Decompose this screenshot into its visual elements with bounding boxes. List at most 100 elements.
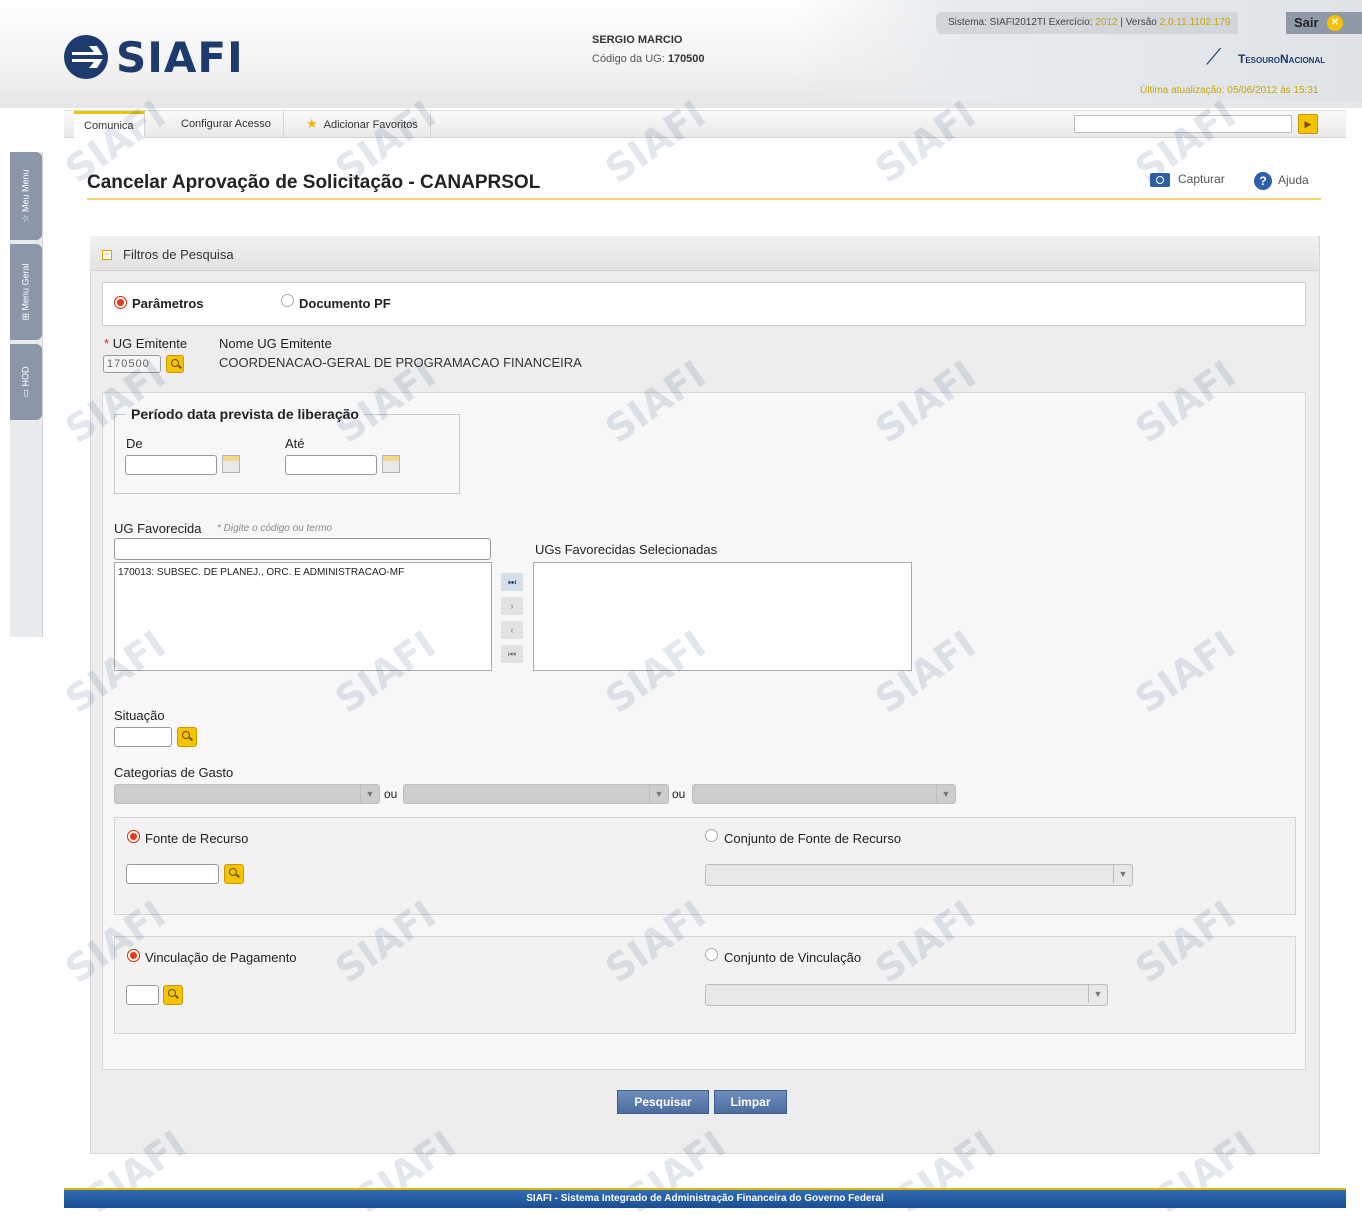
exit-label: Sair xyxy=(1294,15,1319,30)
nav-tab-comunica[interactable]: Comunica xyxy=(74,111,145,138)
system-version-label: | Versão xyxy=(1120,17,1157,28)
sidebar-tab-meu-menu[interactable]: ☆ Meu Menu xyxy=(10,152,42,240)
move-left-button[interactable]: ‹ xyxy=(501,621,523,639)
conjunto-vinculacao-select[interactable]: ▼ xyxy=(705,984,1108,1006)
user-name: SERGIO MARCIO xyxy=(592,34,683,46)
arrow-right-icon: › xyxy=(510,601,514,611)
chevron-down-icon: ▼ xyxy=(649,785,668,803)
ug-code-value: 170500 xyxy=(667,53,705,65)
radio-documento-pf[interactable] xyxy=(281,294,294,307)
conjunto-vinculacao-label: Conjunto de Vinculação xyxy=(724,950,862,965)
fonte-recurso-search-button[interactable] xyxy=(224,864,244,884)
sidebar-tab-meu-menu-label: Meu Menu xyxy=(20,169,31,212)
ug-favorecida-hint: * Digite o código ou termo xyxy=(217,523,333,534)
nav-tab-adicionar-favoritos[interactable]: ★ Adicionar Favoritos xyxy=(294,111,431,137)
move-right-button[interactable]: › xyxy=(501,597,523,615)
sidebar-tab-menu-geral[interactable]: ⊞ Menu Geral xyxy=(10,244,42,340)
situacao-label: Situação xyxy=(114,708,165,723)
ug-code-label: Código da UG: xyxy=(592,53,665,65)
close-icon: ✕ xyxy=(1327,15,1343,31)
ug-favorecida-input[interactable] xyxy=(114,538,491,560)
situacao-search-button[interactable] xyxy=(177,727,197,747)
nome-ug-emitente-label: Nome UG Emitente xyxy=(219,336,332,351)
radio-conjunto-vinculacao[interactable] xyxy=(705,948,718,961)
system-year: 2012 xyxy=(1095,17,1118,28)
tesouro-nacional-logo: TesouroNacional xyxy=(1238,52,1326,66)
collapse-icon[interactable]: − xyxy=(102,250,112,260)
ou-label: ou xyxy=(384,787,398,801)
ug-favorecida-listbox[interactable]: 170013: SUBSEC. DE PLANEJ., ORC. E ADMIN… xyxy=(114,562,492,671)
ugs-selecionadas-label: UGs Favorecidas Selecionadas xyxy=(535,542,718,557)
radio-vinculacao-pagamento[interactable] xyxy=(127,949,140,962)
radio-conjunto-fonte[interactable] xyxy=(705,829,718,842)
chevron-down-icon: ▼ xyxy=(360,785,379,803)
double-arrow-left-icon: ⏮ xyxy=(507,649,517,659)
radio-parametros-label: Parâmetros xyxy=(132,296,204,311)
nav-search-input[interactable] xyxy=(1074,115,1292,133)
siafi-logo-text: SIAFI xyxy=(116,32,244,82)
left-sidebar: ☆ Meu Menu ⊞ Menu Geral ▭ HOD xyxy=(10,152,43,637)
ug-code-line: Código da UG: 170500 xyxy=(592,53,705,65)
list-item[interactable]: 170013: SUBSEC. DE PLANEJ., ORC. E ADMIN… xyxy=(115,563,491,582)
footer: SIAFI - Sistema Integrado de Administraç… xyxy=(64,1188,1346,1208)
situacao-input[interactable] xyxy=(114,727,172,747)
categorias-gasto-label: Categorias de Gasto xyxy=(114,765,234,780)
ug-emitente-label-text: UG Emitente xyxy=(112,336,188,351)
ate-date-input[interactable] xyxy=(285,455,377,475)
sidebar-tab-menu-geral-label: Menu Geral xyxy=(20,263,31,311)
vinculacao-pagamento-label: Vinculação de Pagamento xyxy=(145,950,297,965)
conjunto-fonte-select[interactable]: ▼ xyxy=(705,864,1133,886)
nav-tab-configurar-acesso[interactable]: Configurar Acesso xyxy=(169,111,284,137)
ate-label: Até xyxy=(285,436,305,451)
categoria-select-3[interactable]: ▼ xyxy=(692,784,956,804)
camera-icon xyxy=(1150,172,1170,187)
page-title: Cancelar Aprovação de Solicitação - CANA… xyxy=(87,172,541,193)
sidebar-tab-hod[interactable]: ▭ HOD xyxy=(10,344,42,420)
move-all-left-button[interactable]: ⏮ xyxy=(501,645,523,663)
capture-button[interactable]: Capturar xyxy=(1150,172,1225,187)
radio-parametros[interactable] xyxy=(114,296,127,309)
vinculacao-search-button[interactable] xyxy=(163,985,183,1005)
star-outline-icon: ☆ xyxy=(20,211,31,223)
ug-emitente-label: * UG Emitente xyxy=(104,336,187,351)
arrow-right-icon: ▶ xyxy=(1304,119,1312,129)
sitemap-icon: ⊞ xyxy=(20,310,31,321)
chevron-down-icon: ▼ xyxy=(1113,865,1132,883)
radio-documento-pf-label: Documento PF xyxy=(299,296,391,311)
filters-panel-header[interactable] xyxy=(90,236,1318,271)
system-version: 2.0.11.1102.179 xyxy=(1159,17,1231,28)
vinculacao-pagamento-input[interactable] xyxy=(126,985,159,1005)
exit-button[interactable]: Sair ✕ xyxy=(1286,12,1362,34)
radio-fonte-recurso[interactable] xyxy=(127,830,140,843)
ug-emitente-input[interactable]: 170500 xyxy=(103,355,161,373)
system-info-prefix: Sistema: SIAFI2012TI Exercício: xyxy=(948,17,1093,28)
pesquisar-button[interactable]: Pesquisar xyxy=(617,1090,709,1114)
categoria-select-1[interactable]: ▼ xyxy=(114,784,380,804)
limpar-button[interactable]: Limpar xyxy=(714,1090,787,1114)
categoria-select-2[interactable]: ▼ xyxy=(403,784,669,804)
filters-panel-title: Filtros de Pesquisa xyxy=(123,247,234,262)
fonte-recurso-input[interactable] xyxy=(126,864,219,884)
move-all-right-button[interactable]: ⏭ xyxy=(501,573,523,591)
help-icon: ? xyxy=(1254,172,1272,190)
top-nav-bar: Comunica Configurar Acesso ★ Adicionar Fa… xyxy=(64,110,1346,138)
nav-go-button[interactable]: ▶ xyxy=(1298,114,1318,134)
system-info-bar: Sistema: SIAFI2012TI Exercício: 2012 | V… xyxy=(936,12,1239,34)
help-label: Ajuda xyxy=(1278,173,1309,188)
double-arrow-right-icon: ⏭ xyxy=(507,577,517,587)
fonte-recurso-label: Fonte de Recurso xyxy=(145,831,249,846)
ug-emitente-search-button[interactable] xyxy=(166,355,184,373)
calendar-icon[interactable] xyxy=(222,455,240,473)
periodo-legend: Período data prevista de liberação xyxy=(126,406,364,422)
conjunto-fonte-label: Conjunto de Fonte de Recurso xyxy=(724,831,902,846)
help-button[interactable]: ? Ajuda xyxy=(1254,172,1309,190)
ou-label: ou xyxy=(672,787,686,801)
ug-favorecida-label: UG Favorecida xyxy=(114,521,202,536)
ugs-selecionadas-listbox[interactable] xyxy=(533,562,912,671)
de-date-input[interactable] xyxy=(125,455,217,475)
siafi-logo[interactable]: SIAFI xyxy=(62,32,244,82)
sidebar-tab-hod-label: HOD xyxy=(20,366,31,387)
nome-ug-emitente-value: COORDENACAO-GERAL DE PROGRAMACAO FINANCE… xyxy=(219,355,582,370)
calendar-icon[interactable] xyxy=(382,455,400,473)
star-icon: ★ xyxy=(306,116,318,131)
